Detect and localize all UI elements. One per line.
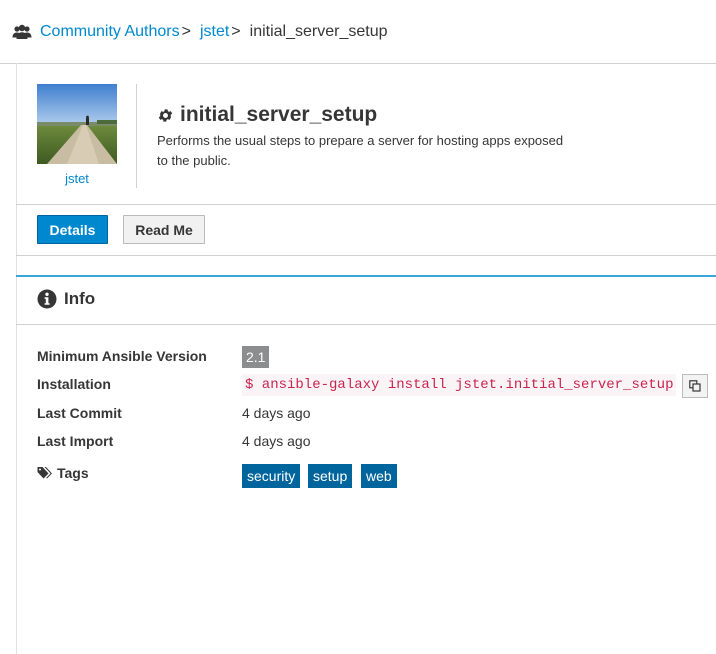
tabs-top-divider [16,204,716,205]
last-import-value: 4 days ago [242,433,311,449]
users-icon [12,24,32,40]
tag-setup[interactable]: setup [308,464,353,488]
installation-command[interactable]: $ ansible-galaxy install jstet.initial_s… [242,374,677,396]
content-left-border [16,63,17,654]
min-ansible-label: Minimum Ansible Version [37,348,207,364]
tag-security[interactable]: security [242,464,301,488]
info-panel-accent [16,275,716,277]
breadcrumb-separator: > [181,23,191,40]
author-avatar[interactable] [37,84,117,164]
readme-button[interactable]: Read Me [123,215,205,244]
last-commit-value: 4 days ago [242,405,311,421]
tags-label: Tags [57,465,89,481]
tag-web[interactable]: web [361,464,397,488]
info-panel-title: Info [64,289,96,308]
role-title-text: initial_server_setup [180,103,378,126]
tags-icon [37,466,53,480]
breadcrumb-link-community-authors[interactable]: Community Authors [40,23,180,41]
last-import-label: Last Import [37,433,114,449]
tabs-bottom-divider [16,255,716,256]
info-circle-icon [37,289,57,309]
last-commit-label: Last Commit [37,405,122,421]
info-panel-header: Info [37,289,95,309]
installation-label: Installation [37,376,111,392]
copy-icon [689,380,701,392]
role-description: Performs the usual steps to prepare a se… [157,133,564,168]
breadcrumb-current: initial_server_setup [249,23,388,40]
breadcrumb-separator: > [231,23,241,40]
breadcrumb-link-author[interactable]: jstet [200,23,229,41]
info-panel-divider [16,324,716,325]
copy-button[interactable] [682,374,708,398]
header-divider [0,63,716,64]
details-button[interactable]: Details [37,215,108,244]
min-ansible-version-badge: 2.1 [242,346,270,368]
author-divider [136,84,137,188]
role-title: initial_server_setup [157,103,377,127]
tags-label-row: Tags [37,465,89,481]
author-name-link[interactable]: jstet [37,171,117,186]
breadcrumb: Community Authors > jstet > initial_serv… [12,21,388,43]
gear-icon [157,107,174,124]
